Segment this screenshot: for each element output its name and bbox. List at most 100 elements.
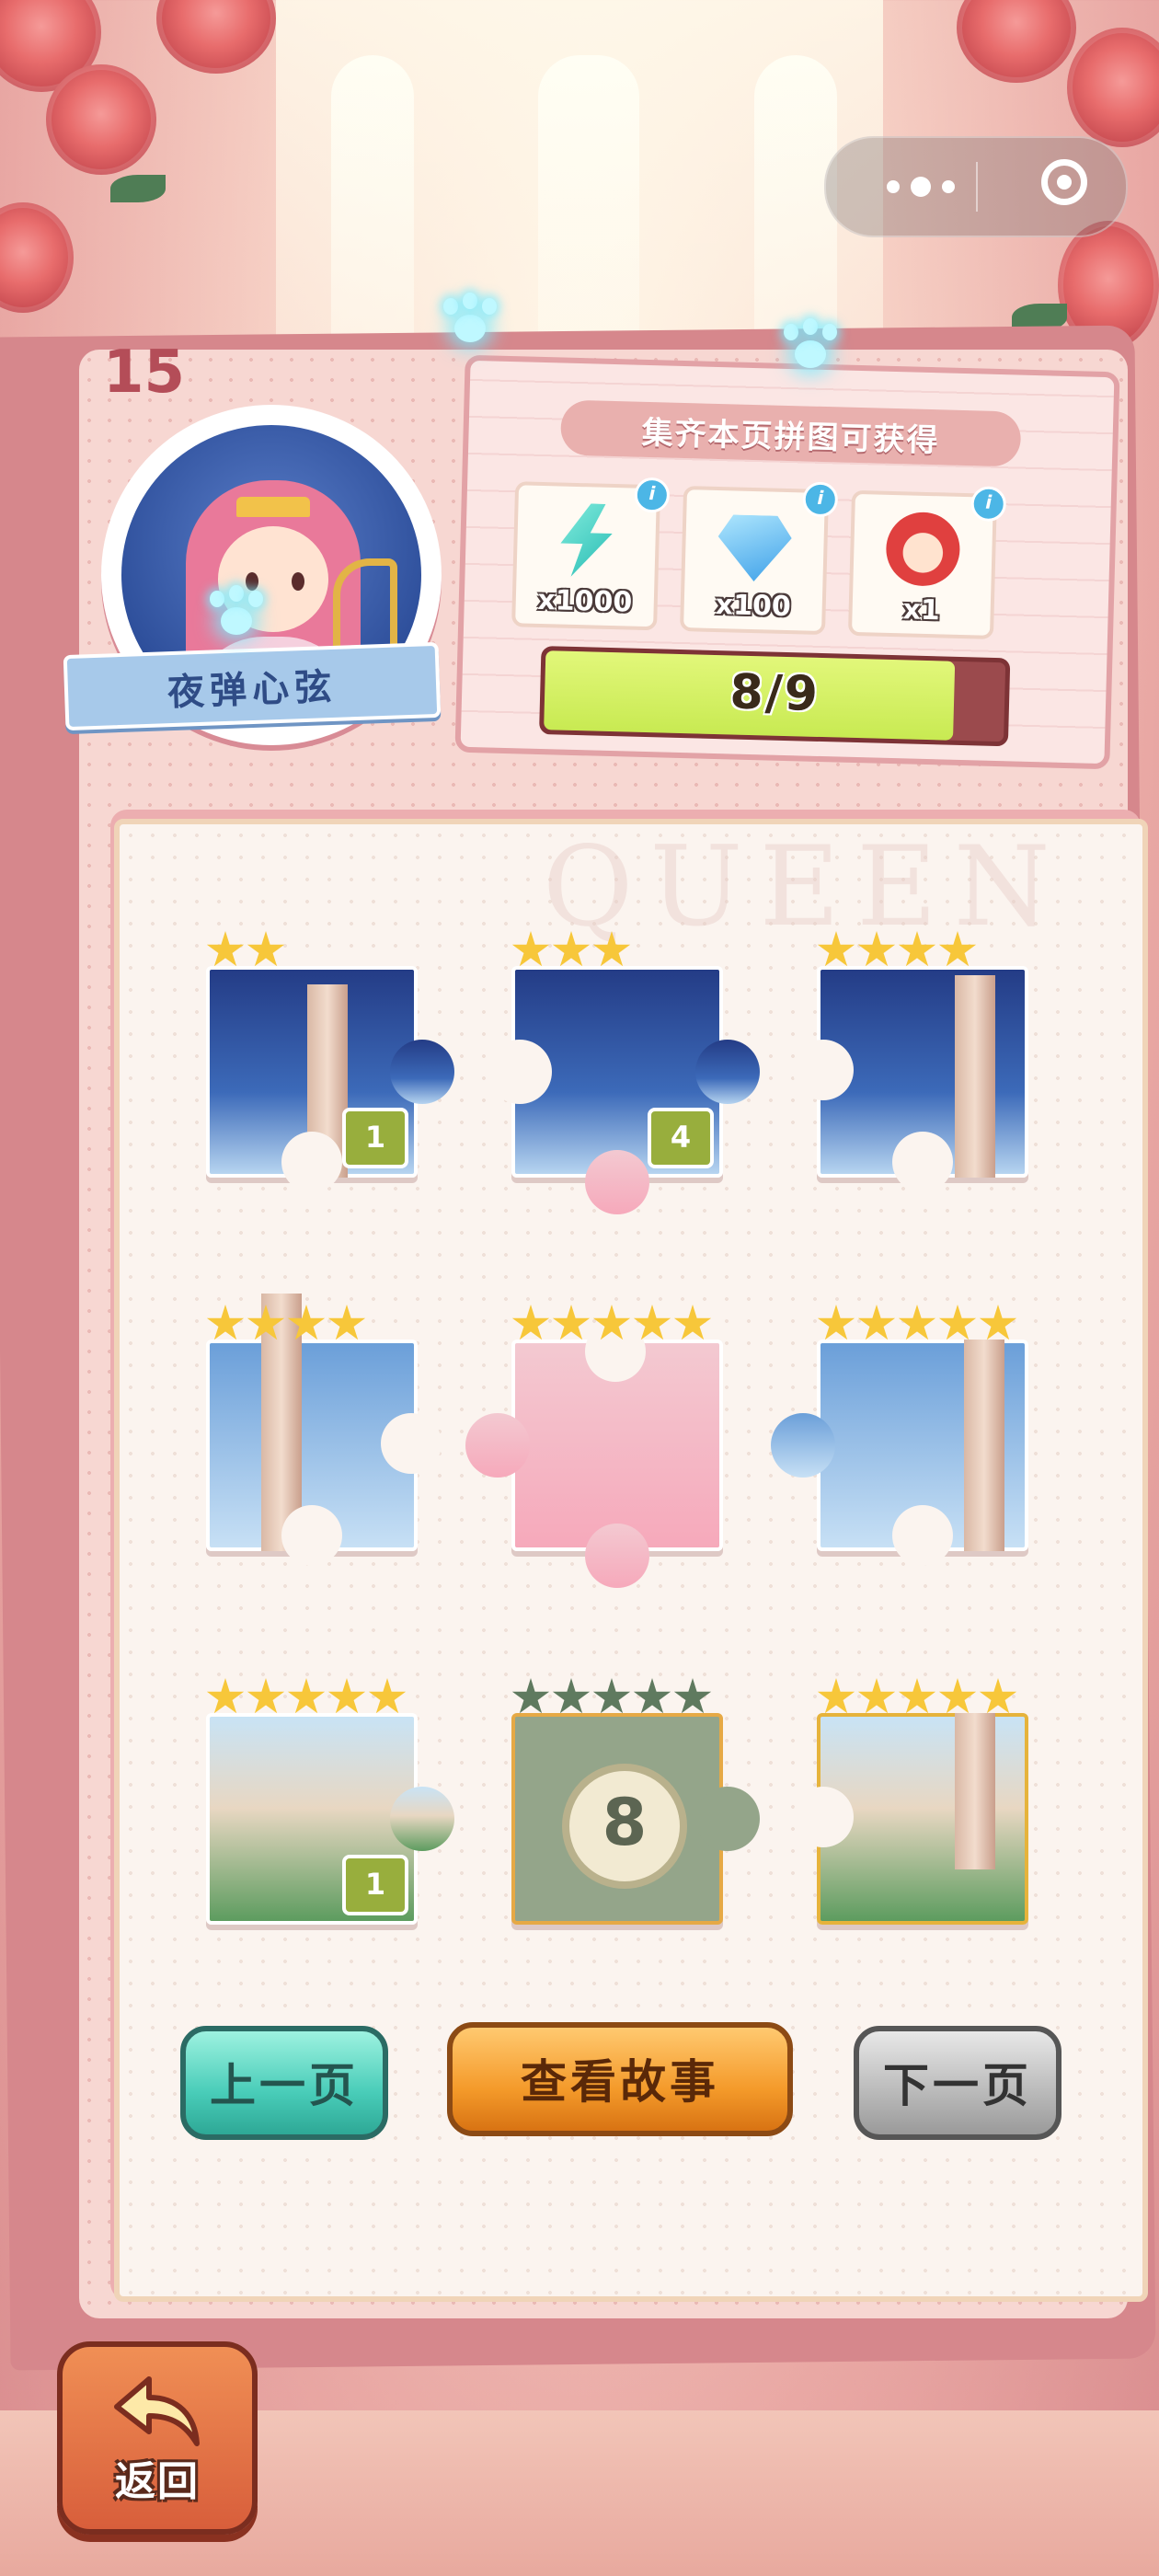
puzzle-piece-4[interactable]: [206, 1294, 442, 1566]
lightning-bolt-icon: [549, 502, 625, 578]
star-icon: [511, 931, 550, 967]
next-page-button[interactable]: 下一页: [854, 2026, 1061, 2140]
rose-decoration: [957, 0, 1076, 83]
star-icon: [287, 1678, 326, 1714]
rose-decoration: [156, 0, 276, 74]
piece-knob: [390, 1787, 454, 1851]
star-icon: [592, 1305, 631, 1340]
star-icon: [633, 1678, 671, 1714]
star-icon: [327, 1678, 366, 1714]
star-icon: [817, 1678, 855, 1714]
puzzle-piece-8-locked[interactable]: 8: [511, 1678, 760, 1925]
puzzle-piece-3[interactable]: [793, 931, 1028, 1192]
star-icon: [552, 1678, 591, 1714]
rose-decoration: [0, 202, 74, 313]
star-icon: [552, 931, 591, 967]
paw-sparkle-icon: [778, 318, 843, 374]
star-icon: [673, 1678, 712, 1714]
more-options-button[interactable]: [870, 168, 971, 205]
reward-item-diamond[interactable]: x100 i: [679, 481, 839, 636]
jester-character-icon: [885, 511, 961, 587]
piece-knob: [585, 1150, 649, 1214]
previous-page-button[interactable]: 上一页: [180, 2026, 388, 2140]
star-icon: [327, 1305, 366, 1340]
info-icon[interactable]: i: [802, 481, 839, 518]
column-decoration: [955, 975, 995, 1178]
back-label: 返回: [115, 2458, 200, 2505]
piece-knob: [771, 1413, 835, 1478]
piece-socket: [281, 1132, 342, 1192]
diamond-icon: [717, 507, 792, 582]
star-icon: [857, 1305, 896, 1340]
star-icon: [592, 931, 631, 967]
reward-quantity: x100: [715, 588, 792, 624]
star-rating: [817, 1678, 1017, 1717]
rose-decoration: [1067, 28, 1159, 147]
reward-quantity: x1: [902, 593, 941, 627]
column-decoration: [964, 1340, 1004, 1551]
star-rating: [206, 931, 285, 970]
piece-knob: [695, 1787, 760, 1851]
paw-sparkle-icon: [438, 293, 502, 348]
star-icon: [206, 1678, 245, 1714]
puzzle-piece-6[interactable]: [771, 1305, 1028, 1566]
piece-knob: [695, 1040, 760, 1104]
info-icon[interactable]: i: [970, 486, 1007, 523]
reward-item-jester[interactable]: x1 i: [847, 486, 1007, 639]
rose-decoration: [46, 64, 156, 175]
piece-socket: [488, 1040, 552, 1104]
star-icon: [857, 1678, 896, 1714]
piece-socket: [793, 1040, 854, 1100]
star-rating: [817, 931, 977, 970]
star-icon: [206, 1305, 245, 1340]
back-button[interactable]: 返回: [57, 2341, 258, 2535]
star-rating: [206, 1305, 366, 1343]
locked-piece-number: 8: [562, 1764, 687, 1889]
star-icon: [247, 931, 285, 967]
view-story-button[interactable]: 查看故事: [447, 2022, 793, 2136]
puzzle-piece-1[interactable]: 1: [206, 931, 454, 1192]
reward-title: 集齐本页拼图可获得: [559, 399, 1022, 467]
star-icon: [673, 1305, 712, 1340]
piece-socket: [793, 1787, 854, 1847]
star-icon: [979, 1305, 1017, 1340]
crown-icon: [236, 497, 310, 517]
mini-program-capsule: [824, 136, 1128, 237]
star-rating: [511, 931, 631, 970]
star-icon: [368, 1678, 407, 1714]
star-icon: [938, 1305, 977, 1340]
star-icon: [979, 1678, 1017, 1714]
close-target-button[interactable]: [1041, 159, 1087, 205]
star-icon: [857, 931, 896, 967]
reward-quantity: x1000: [536, 583, 633, 619]
puzzle-piece-2[interactable]: 4: [488, 931, 760, 1214]
page-number: 15: [103, 339, 186, 407]
star-icon: [247, 1678, 285, 1714]
star-icon: [898, 1305, 936, 1340]
paw-sparkle-icon: [204, 585, 269, 640]
puzzle-piece-7[interactable]: 1: [206, 1678, 454, 1925]
column-decoration: [955, 1713, 995, 1869]
star-icon: [817, 1305, 855, 1340]
star-icon: [898, 1678, 936, 1714]
star-rating: [511, 1678, 712, 1717]
star-icon: [938, 1678, 977, 1714]
puzzle-piece-9[interactable]: [793, 1678, 1028, 1925]
reward-item-energy[interactable]: x1000 i: [511, 477, 671, 631]
character-eye: [292, 572, 304, 591]
star-icon: [938, 931, 977, 967]
puzzle-piece-5[interactable]: [465, 1305, 723, 1588]
piece-count-badge: 4: [648, 1108, 714, 1168]
star-icon: [511, 1678, 550, 1714]
star-icon: [898, 931, 936, 967]
star-rating: [511, 1305, 712, 1343]
capsule-divider: [976, 162, 978, 212]
star-icon: [206, 931, 245, 967]
leaf-decoration: [110, 175, 166, 202]
star-rating: [817, 1305, 1017, 1343]
piece-count-badge: 1: [342, 1855, 408, 1915]
info-icon[interactable]: i: [634, 477, 671, 513]
collection-progress-bar: 8/9: [539, 646, 1011, 747]
star-icon: [633, 1305, 671, 1340]
star-icon: [287, 1305, 326, 1340]
